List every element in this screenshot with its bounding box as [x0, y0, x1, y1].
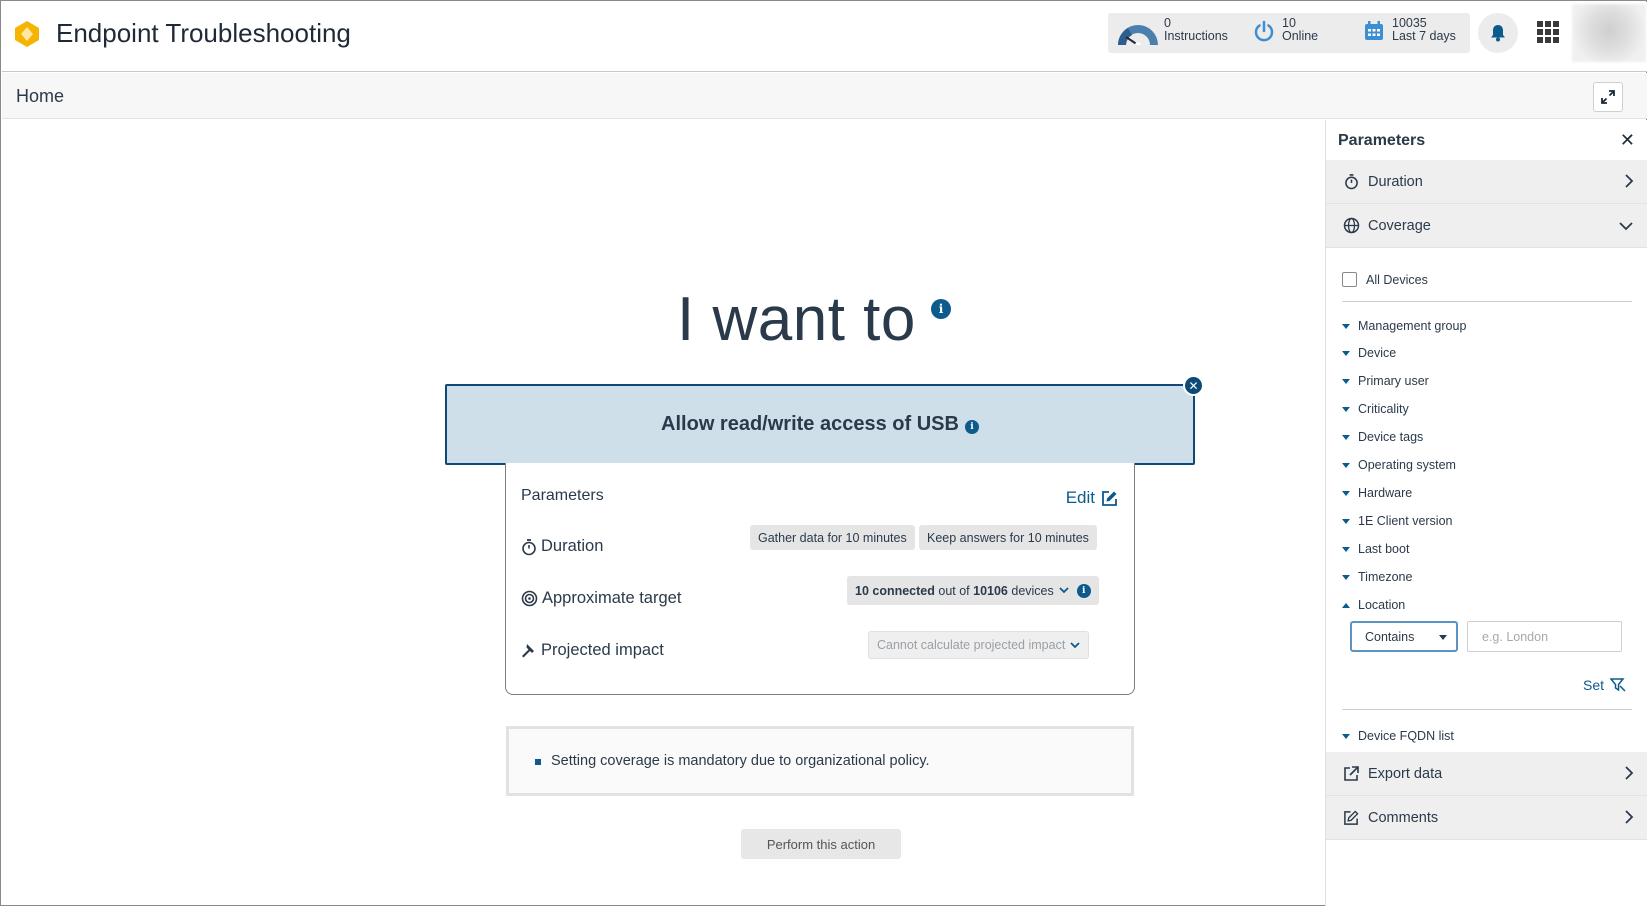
info-icon[interactable]: i — [1076, 583, 1091, 598]
chevron-down-icon — [1059, 587, 1069, 594]
chevron-right-icon — [1625, 766, 1634, 780]
duration-keep-chip: Keep answers for 10 minutes — [919, 525, 1097, 550]
impact-dropdown[interactable]: Cannot calculate projected impact — [868, 631, 1090, 659]
expand-icon — [1601, 90, 1615, 104]
criteria-criticality[interactable]: Criticality — [1342, 402, 1409, 416]
gauge-icon — [1118, 25, 1158, 45]
caret-down-icon — [1342, 323, 1350, 329]
app-logo-icon — [15, 21, 39, 47]
accordion-comments[interactable]: Comments — [1326, 796, 1647, 840]
apps-grid-icon[interactable] — [1535, 19, 1561, 45]
top-bar: Endpoint Troubleshooting 0 Instructions … — [2, 2, 1647, 72]
globe-icon — [1342, 217, 1360, 235]
criteria-device[interactable]: Device — [1342, 346, 1396, 360]
notifications-button[interactable] — [1478, 13, 1518, 53]
info-icon[interactable]: i — [964, 419, 979, 434]
stats-bar: 0 Instructions 10 Online 10035 Last 7 da… — [1108, 13, 1470, 53]
location-operator-select[interactable]: Contains — [1350, 621, 1458, 652]
policy-text: Setting coverage is mandatory due to org… — [551, 753, 930, 769]
edit-button[interactable]: Edit — [1066, 488, 1118, 508]
close-icon[interactable]: ✕ — [1620, 130, 1635, 151]
bell-icon — [1491, 25, 1505, 42]
parameters-title: Parameters — [521, 487, 604, 504]
panel-title: Parameters — [1338, 132, 1426, 149]
accordion-coverage[interactable]: Coverage — [1326, 204, 1647, 248]
stat-online: 10 Online — [1282, 16, 1319, 43]
location-input[interactable]: e.g. London — [1467, 621, 1622, 652]
caret-down-icon — [1342, 733, 1350, 739]
edit-icon — [1342, 809, 1360, 827]
policy-notice: Setting coverage is mandatory due to org… — [506, 726, 1134, 796]
parameters-card: Parameters Edit Duration Gather data for… — [505, 463, 1135, 695]
power-icon — [1254, 20, 1274, 42]
calendar-icon — [1365, 21, 1383, 40]
stat-last-7-days: 10035 Last 7 days — [1392, 16, 1456, 43]
caret-down-icon — [1342, 574, 1350, 580]
set-button[interactable]: Set — [1583, 677, 1626, 693]
funnel-icon — [1610, 678, 1626, 692]
criteria-fqdn-list[interactable]: Device FQDN list — [1342, 729, 1454, 743]
accordion-export[interactable]: Export data — [1326, 752, 1647, 796]
caret-down-icon — [1342, 462, 1350, 468]
action-title: Allow read/write access of USB — [661, 413, 959, 435]
stat-instructions: 0 Instructions — [1164, 16, 1228, 43]
all-devices-checkbox[interactable]: All Devices — [1342, 272, 1428, 287]
duration-row: Duration — [521, 537, 603, 556]
bullet — [535, 759, 541, 765]
target-icon — [521, 590, 538, 607]
divider — [1342, 709, 1632, 710]
duration-gather-chip: Gather data for 10 minutes — [750, 525, 915, 550]
info-icon[interactable]: i — [931, 299, 951, 319]
caret-down-icon — [1342, 490, 1350, 496]
caret-up-icon — [1342, 602, 1350, 608]
edit-icon — [1102, 490, 1117, 506]
caret-down-icon — [1342, 406, 1350, 412]
hammer-icon — [522, 643, 534, 657]
app-window: Endpoint Troubleshooting 0 Instructions … — [0, 0, 1647, 906]
checkbox[interactable] — [1342, 272, 1357, 287]
caret-down-icon — [1342, 378, 1350, 384]
stopwatch-icon — [522, 538, 536, 555]
selected-action[interactable]: Allow read/write access of USB i — [445, 384, 1195, 465]
target-dropdown[interactable]: 10 connected out of 10106 devices i — [847, 576, 1099, 605]
criteria-operating-system[interactable]: Operating system — [1342, 458, 1456, 472]
stopwatch-icon — [1342, 173, 1360, 191]
chevron-right-icon — [1625, 174, 1634, 188]
caret-down-icon — [1342, 518, 1350, 524]
criteria-timezone[interactable]: Timezone — [1342, 570, 1412, 584]
close-icon[interactable]: ✕ — [1183, 375, 1204, 396]
chevron-right-icon — [1625, 810, 1634, 824]
caret-down-icon — [1439, 635, 1447, 640]
chevron-down-icon — [1619, 222, 1633, 231]
divider — [1342, 301, 1632, 302]
caret-down-icon — [1342, 350, 1350, 356]
criteria-client-version[interactable]: 1E Client version — [1342, 514, 1453, 528]
breadcrumb: Home — [2, 73, 1647, 119]
perform-action-button[interactable]: Perform this action — [741, 829, 901, 859]
criteria-management-group[interactable]: Management group — [1342, 319, 1466, 333]
criteria-last-boot[interactable]: Last boot — [1342, 542, 1409, 556]
external-link-icon — [1342, 765, 1360, 783]
parameters-panel: Parameters ✕ Duration Coverage All Devic… — [1325, 120, 1647, 906]
app-title: Endpoint Troubleshooting — [56, 18, 351, 48]
criteria-device-tags[interactable]: Device tags — [1342, 430, 1423, 444]
criteria-hardware[interactable]: Hardware — [1342, 486, 1412, 500]
chevron-down-icon — [1070, 641, 1080, 648]
caret-down-icon — [1342, 546, 1350, 552]
caret-down-icon — [1342, 434, 1350, 440]
expand-button[interactable] — [1593, 82, 1623, 112]
target-row: Approximate target — [521, 589, 681, 608]
criteria-location[interactable]: Location — [1342, 598, 1405, 612]
breadcrumb-home[interactable]: Home — [16, 86, 64, 107]
page-headline: I want to — [677, 285, 916, 354]
criteria-primary-user[interactable]: Primary user — [1342, 374, 1429, 388]
avatar[interactable] — [1572, 4, 1646, 62]
impact-row: Projected impact — [521, 641, 664, 660]
accordion-duration[interactable]: Duration — [1326, 160, 1647, 204]
